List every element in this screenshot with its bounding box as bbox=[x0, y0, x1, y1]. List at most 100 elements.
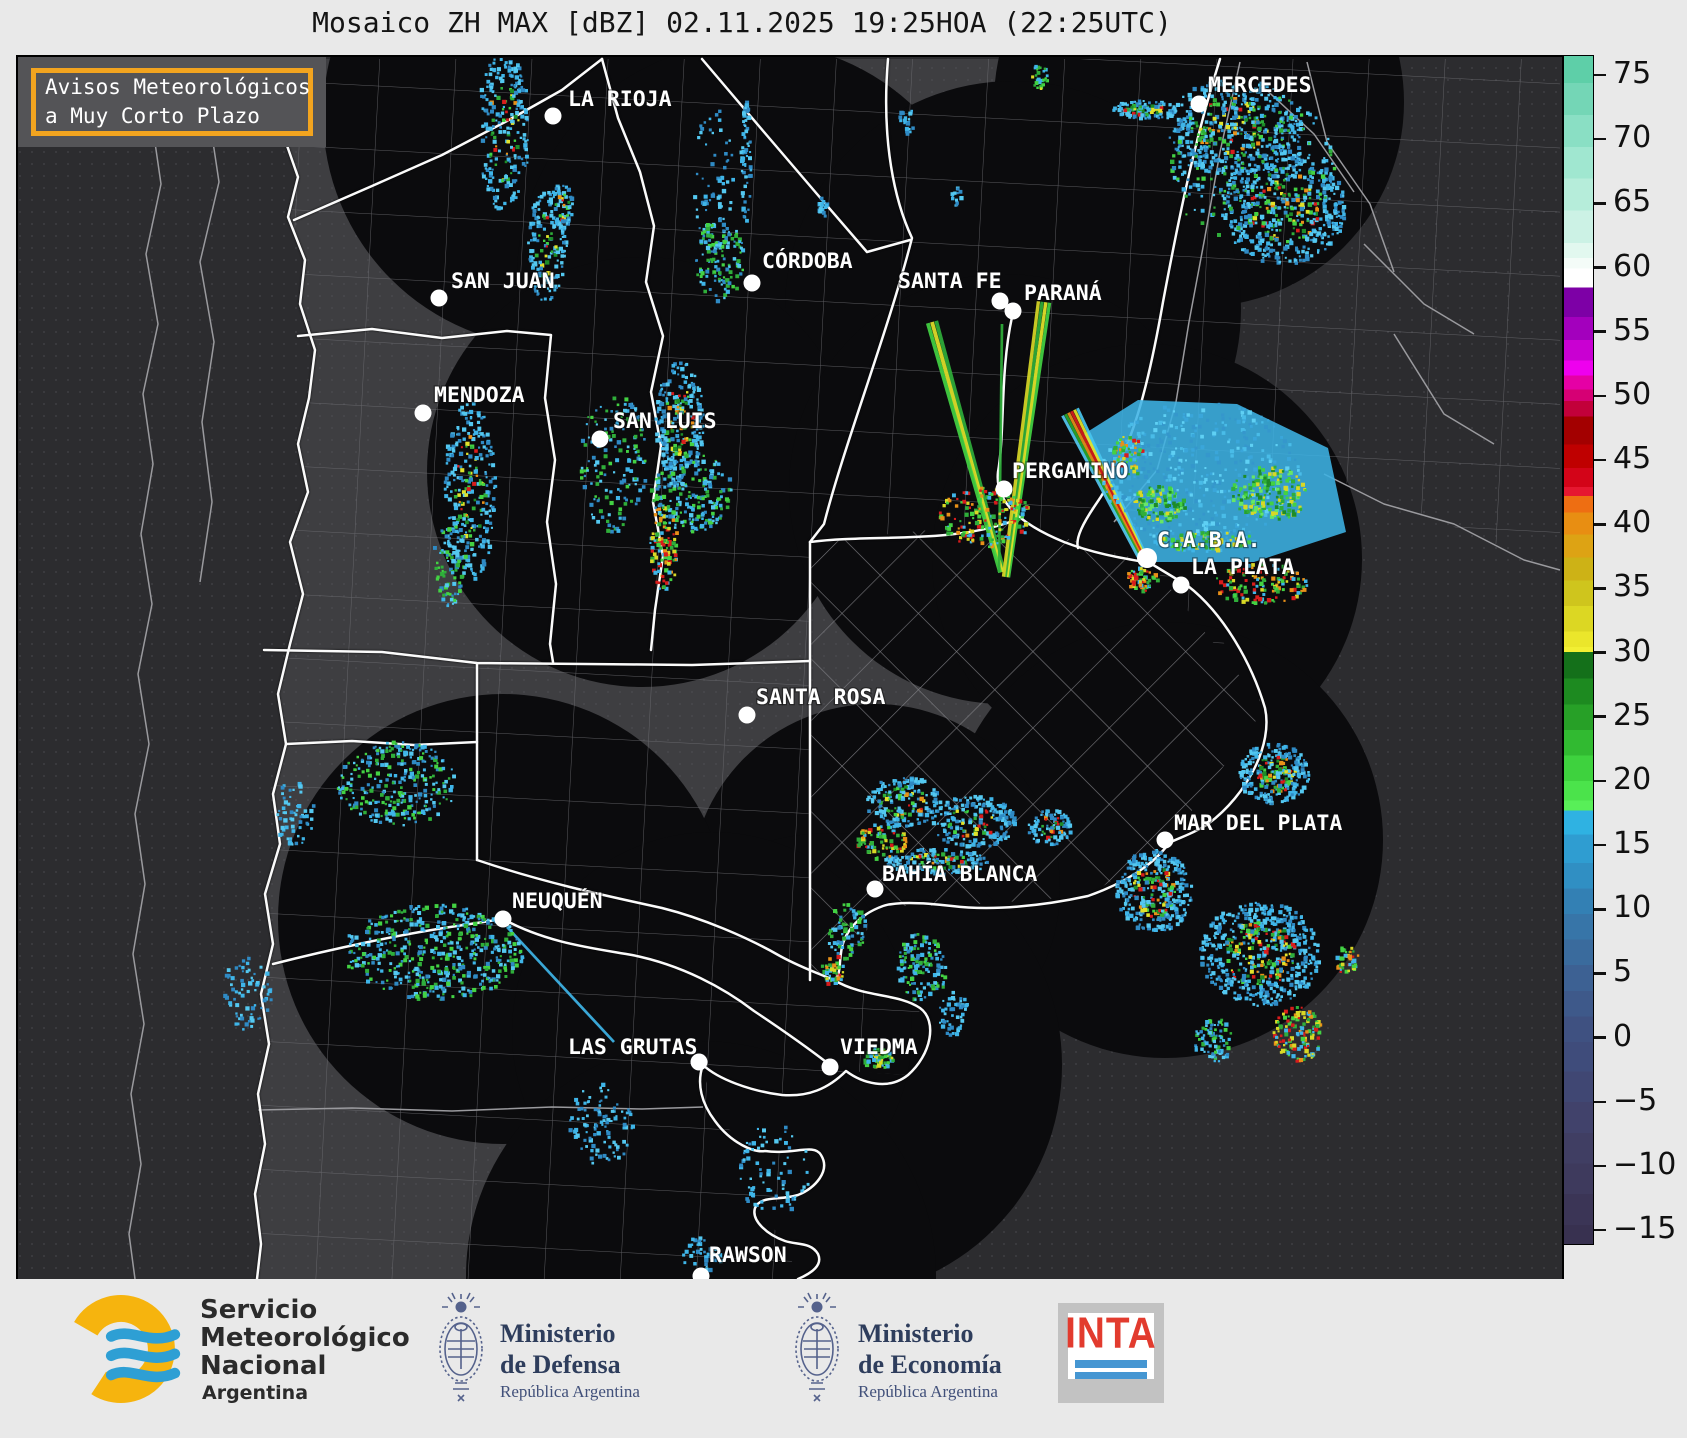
smn-logo bbox=[63, 1289, 198, 1413]
colorbar-tick-label: −10 bbox=[1613, 1146, 1677, 1182]
colorbar-tick bbox=[1594, 972, 1606, 975]
radar-map-canvas: LA RIOJA MERCEDES SAN JUAN CÓRDOBA SANTA FE P… bbox=[18, 0, 1562, 1438]
warning-banner-frame: Avisos Meteorológicos a Muy Corto Plazo bbox=[31, 68, 313, 136]
inta-label: INTA bbox=[1065, 1309, 1157, 1359]
colorbar-tick bbox=[1594, 1228, 1606, 1232]
colorbar-tick-label: 15 bbox=[1613, 826, 1652, 862]
city-marker bbox=[1190, 95, 1208, 113]
city-marker bbox=[866, 880, 884, 898]
city-label: LA PLATA bbox=[1191, 555, 1295, 580]
colorbar-tick bbox=[1594, 202, 1606, 205]
colorbar-tick-label: 65 bbox=[1613, 184, 1652, 220]
economia-line-3: República Argentina bbox=[858, 1382, 998, 1402]
inta-bar-1 bbox=[1075, 1360, 1147, 1368]
colorbar-tick-label: 25 bbox=[1613, 697, 1652, 733]
colorbar-tick-label: −5 bbox=[1613, 1082, 1658, 1118]
colorbar-tick-label: 35 bbox=[1613, 569, 1652, 605]
city-label: BAHÍA BLANCA bbox=[882, 861, 1037, 887]
city-label: PARANÁ bbox=[1024, 280, 1102, 306]
city-label: SANTA ROSA bbox=[756, 685, 885, 710]
city-label: CÓRDOBA bbox=[762, 248, 853, 274]
inta-bar-2 bbox=[1075, 1371, 1147, 1379]
economia-line-1: Ministerio bbox=[858, 1319, 974, 1348]
colorbar-gradient bbox=[1563, 55, 1594, 1245]
defensa-line-3: República Argentina bbox=[500, 1382, 640, 1402]
figure-title: Mosaico ZH MAX [dBZ] 02.11.2025 19:25HOA… bbox=[312, 6, 1172, 39]
colorbar-tick-label: −15 bbox=[1613, 1211, 1677, 1247]
colorbar-tick bbox=[1594, 1036, 1606, 1039]
inta-logo: INTA bbox=[1058, 1303, 1164, 1403]
colorbar-tick-label: 60 bbox=[1613, 248, 1652, 284]
economia-crest-icon bbox=[786, 1285, 848, 1415]
city-label: VIEDMA bbox=[840, 1035, 918, 1060]
city-label: LA RIOJA bbox=[568, 87, 672, 112]
colorbar-tick bbox=[1594, 522, 1606, 526]
colorbar-tick-label: 10 bbox=[1613, 890, 1652, 926]
city-marker bbox=[430, 289, 448, 307]
city-label: SAN LUIS bbox=[613, 409, 717, 434]
colorbar-tick bbox=[1594, 1164, 1606, 1168]
city-marker bbox=[544, 107, 562, 125]
colorbar-tick bbox=[1594, 458, 1606, 462]
colorbar-tick-label: 0 bbox=[1613, 1018, 1633, 1054]
city-label: SANTA FE bbox=[898, 269, 1002, 294]
colorbar-tick-label: 5 bbox=[1613, 954, 1633, 990]
footer-logos: Servicio Meteorológico Nacional Argentin… bbox=[0, 1279, 1687, 1438]
colorbar-tick bbox=[1594, 779, 1606, 783]
city-marker bbox=[414, 404, 432, 422]
smn-line-2: Meteorológico bbox=[200, 1322, 410, 1353]
colorbar-tick bbox=[1594, 843, 1606, 847]
smn-line-1: Servicio bbox=[200, 1295, 318, 1325]
city-label: RAWSON bbox=[709, 1243, 787, 1268]
city-marker bbox=[1172, 576, 1190, 594]
city-label: MERCEDES bbox=[1208, 73, 1312, 98]
city-marker bbox=[1004, 302, 1022, 320]
colorbar-tick-label: 30 bbox=[1613, 633, 1652, 669]
colorbar-tick-label: 45 bbox=[1613, 441, 1652, 477]
reflectivity-colorbar: 75 70 65 60 55 50 45 40 35 30 25 20 15 10 5 0 −5 −10 −15 bbox=[1563, 55, 1687, 1247]
colorbar-tick bbox=[1594, 715, 1606, 719]
city-marker bbox=[743, 274, 761, 292]
city-marker bbox=[738, 706, 756, 724]
city-label: PERGAMINO bbox=[1012, 459, 1129, 484]
colorbar-tick bbox=[1594, 1100, 1606, 1104]
inta-logo-inner: INTA bbox=[1065, 1309, 1157, 1379]
defensa-line-2: de Defensa bbox=[500, 1349, 621, 1379]
city-label: SAN JUAN bbox=[451, 269, 555, 294]
city-label: LAS GRUTAS bbox=[568, 1035, 697, 1060]
city-label: C.A.B.A. bbox=[1157, 528, 1261, 553]
economia-text: Ministerio de Economía República Argenti… bbox=[858, 1319, 1002, 1402]
city-marker bbox=[1137, 548, 1157, 568]
colorbar-tick-label: 50 bbox=[1613, 376, 1652, 412]
city-label: NEUQUÉN bbox=[512, 888, 603, 914]
smn-country: Argentina bbox=[202, 1382, 309, 1405]
colorbar-tick bbox=[1594, 266, 1606, 269]
warning-banner[interactable]: Avisos Meteorológicos a Muy Corto Plazo bbox=[18, 57, 326, 147]
radar-mosaic-page: Mosaico ZH MAX [dBZ] 02.11.2025 19:25HOA… bbox=[0, 0, 1687, 1438]
smn-line-3: Nacional bbox=[200, 1350, 327, 1381]
colorbar-tick bbox=[1594, 394, 1606, 398]
colorbar-tick-label: 20 bbox=[1613, 761, 1652, 797]
city-marker bbox=[995, 480, 1013, 498]
colorbar-tick bbox=[1594, 587, 1606, 590]
colorbar-tick-label: 55 bbox=[1613, 312, 1652, 348]
city-marker bbox=[1156, 831, 1174, 849]
smn-logo-text: Servicio Meteorológico Nacional Argentin… bbox=[200, 1295, 410, 1405]
defensa-crest-icon bbox=[430, 1285, 492, 1415]
city-marker bbox=[591, 430, 609, 448]
defensa-line-1: Ministerio bbox=[500, 1319, 616, 1348]
colorbar-tick bbox=[1594, 73, 1606, 77]
colorbar-tick bbox=[1594, 330, 1606, 333]
warning-line-2: a Muy Corto Plazo bbox=[45, 104, 260, 128]
defensa-text: Ministerio de Defensa República Argentin… bbox=[500, 1319, 640, 1402]
colorbar-tick bbox=[1594, 651, 1606, 654]
radar-map: LA RIOJA MERCEDES SAN JUAN CÓRDOBA SANTA FE P… bbox=[16, 0, 1564, 1438]
colorbar-tick-label: 40 bbox=[1613, 505, 1652, 541]
city-label: MAR DEL PLATA bbox=[1174, 811, 1342, 836]
colorbar-tick bbox=[1594, 137, 1606, 141]
colorbar-tick bbox=[1594, 907, 1606, 911]
city-marker bbox=[494, 910, 512, 928]
city-marker bbox=[821, 1058, 839, 1076]
economia-line-2: de Economía bbox=[858, 1349, 1002, 1379]
city-label: MENDOZA bbox=[434, 383, 525, 408]
